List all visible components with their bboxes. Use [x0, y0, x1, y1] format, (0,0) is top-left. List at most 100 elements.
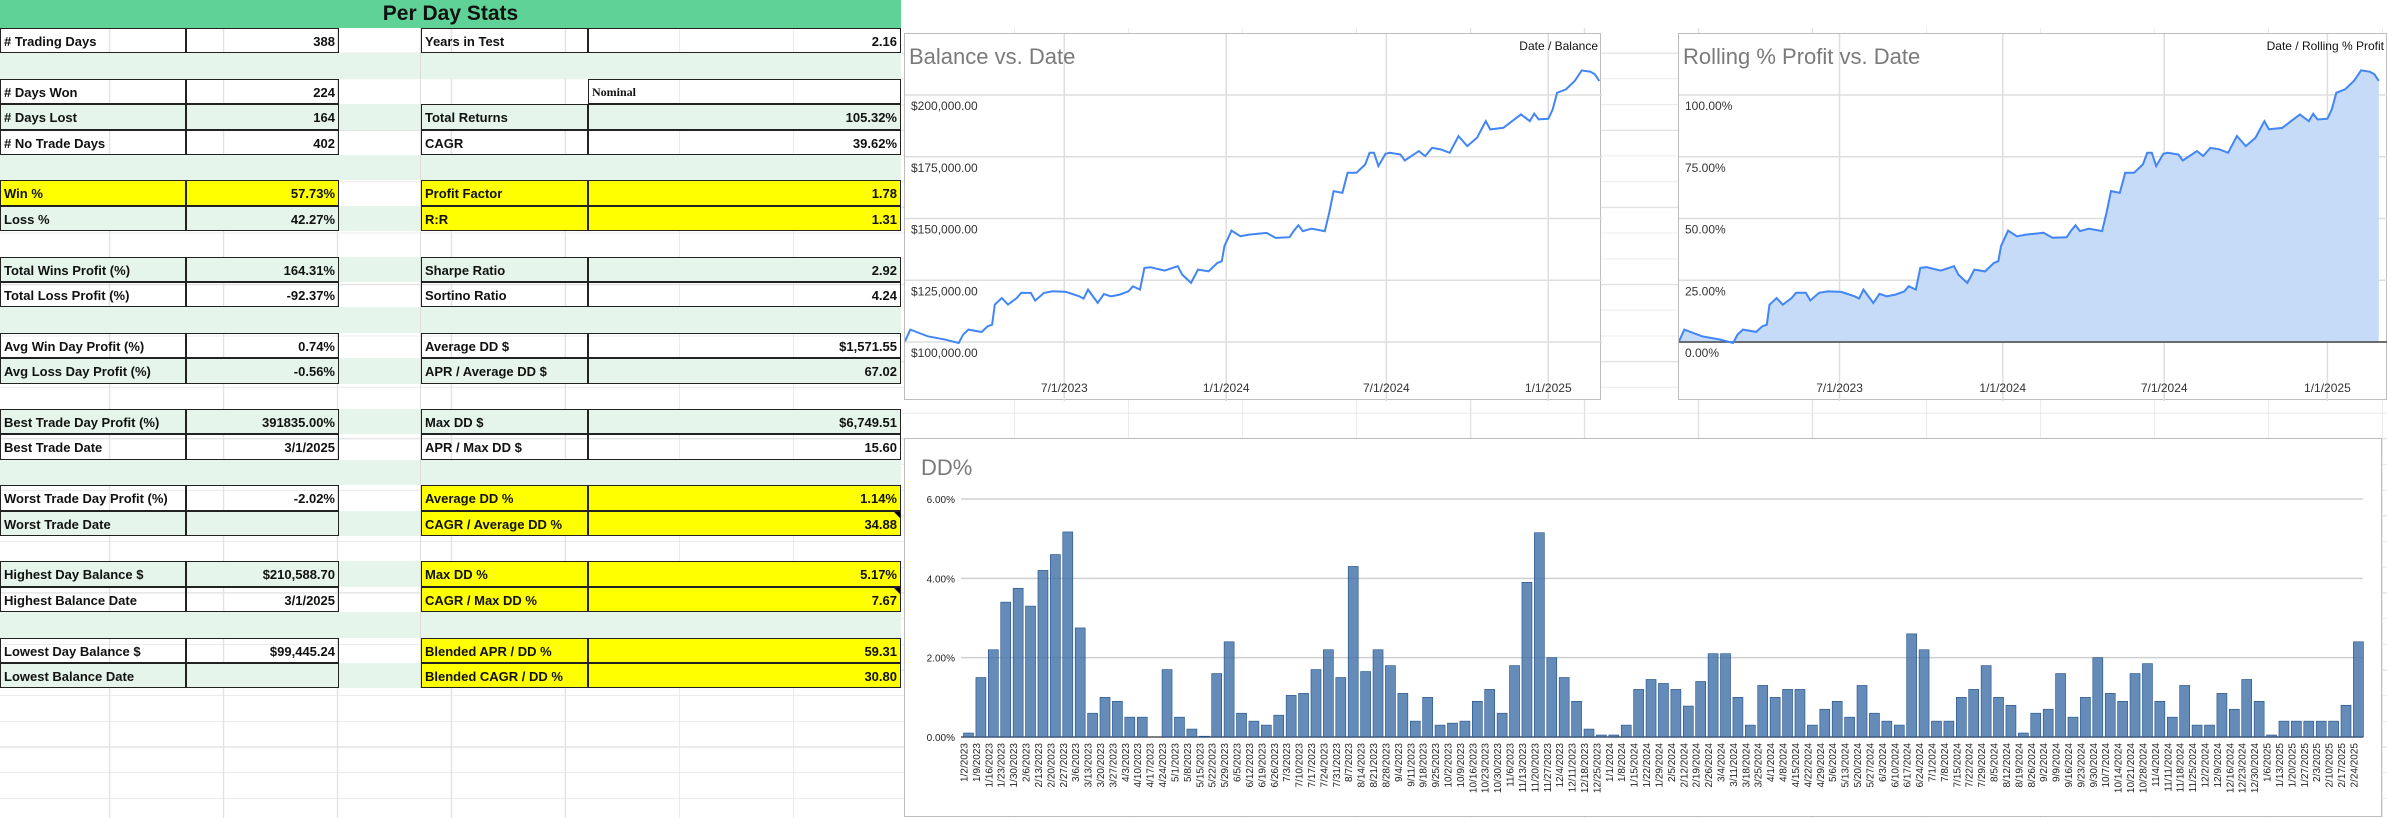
spacer-cell[interactable]	[339, 561, 421, 587]
rolling-profit-chart[interactable]: 0.00% 25.00% 50.00% 75.00% 100.00% 7/1/2023 1/…	[1678, 33, 2387, 401]
stat-value-cell[interactable]: 164	[186, 104, 339, 130]
spacer-cell[interactable]	[339, 510, 421, 536]
spacer-cell[interactable]	[339, 28, 421, 54]
stat-value-cell[interactable]	[186, 510, 339, 536]
spacer-cell[interactable]	[339, 129, 421, 155]
stat-label-cell[interactable]: CAGR / Average DD %	[421, 510, 588, 536]
spacer-cell[interactable]	[339, 332, 421, 359]
stat-value-cell[interactable]: $210,588.70	[186, 561, 339, 587]
spacer-cell[interactable]	[339, 383, 421, 409]
spacer-cell[interactable]	[339, 612, 421, 638]
stat-value-cell[interactable]: 30.80	[588, 663, 901, 689]
spacer-cell[interactable]	[339, 205, 421, 232]
stat-value-cell[interactable]: 2.92	[588, 256, 901, 282]
stat-label-cell[interactable]: Best Trade Date	[0, 434, 186, 460]
empty-cell[interactable]	[421, 79, 588, 104]
stat-value-cell[interactable]: 224	[186, 78, 339, 105]
stat-label-cell[interactable]: Average DD %	[421, 485, 588, 511]
stat-label-cell[interactable]: Loss %	[0, 205, 186, 232]
stat-value-cell[interactable]: 15.60	[588, 434, 901, 460]
stat-label-cell[interactable]: Total Wins Profit (%)	[0, 256, 186, 282]
comment-indicator-icon[interactable]	[894, 587, 900, 594]
comment-indicator-icon[interactable]	[894, 511, 900, 518]
stat-value-cell[interactable]: Nominal	[588, 78, 901, 105]
stat-label-cell[interactable]: Average DD $	[421, 332, 588, 359]
spacer-cell[interactable]	[339, 282, 421, 308]
stat-label-cell[interactable]: # Days Lost	[0, 104, 186, 130]
stat-label-cell[interactable]: Avg Win Day Profit (%)	[0, 332, 186, 359]
stat-label-cell[interactable]: Max DD %	[421, 561, 588, 587]
stat-value-cell[interactable]: 1.31	[588, 205, 901, 232]
stat-value-cell[interactable]: 59.31	[588, 637, 901, 663]
balance-chart[interactable]: $100,000.00 $125,000.00 $150,000.00 $175,00…	[904, 33, 1602, 401]
stat-label-cell[interactable]: APR / Max DD $	[421, 434, 588, 460]
stat-value-cell[interactable]: $6,749.51	[588, 409, 901, 435]
spacer-cell[interactable]	[339, 231, 421, 257]
stat-value-cell[interactable]: $1,571.55	[588, 332, 901, 359]
stat-value-cell[interactable]: 0.74%	[186, 332, 339, 359]
stat-label-cell[interactable]: # Days Won	[0, 78, 186, 105]
stat-value-cell[interactable]: 3/1/2025	[186, 586, 339, 613]
stat-label-cell[interactable]: Max DD $	[421, 409, 588, 435]
stat-label-cell[interactable]: Best Trade Day Profit (%)	[0, 409, 186, 435]
stat-value-cell[interactable]: -2.02%	[186, 485, 339, 511]
spacer-cell[interactable]	[339, 358, 421, 384]
stat-value-cell[interactable]: 164.31%	[186, 256, 339, 282]
spacer-cell[interactable]	[339, 104, 421, 130]
stat-value-cell[interactable]	[186, 663, 339, 689]
stat-value-cell[interactable]: $99,445.24	[186, 637, 339, 663]
spacer-cell[interactable]	[339, 536, 421, 562]
stat-value-cell[interactable]: 2.16	[588, 28, 901, 54]
stat-label-cell[interactable]: # Trading Days	[0, 28, 186, 54]
stat-label-cell[interactable]: Total Returns	[421, 104, 588, 130]
stat-value-cell[interactable]: 4.24	[588, 282, 901, 308]
stat-value-cell[interactable]: 34.88	[588, 510, 901, 536]
spacer-cell[interactable]	[339, 637, 421, 663]
spacer-cell[interactable]	[339, 434, 421, 460]
stat-label-cell[interactable]: Total Loss Profit (%)	[0, 282, 186, 308]
stat-value-cell[interactable]: 391835.00%	[186, 409, 339, 435]
stat-value-cell[interactable]: 5.17%	[588, 561, 901, 587]
spacer-cell[interactable]	[339, 180, 421, 206]
spacer-cell[interactable]	[339, 155, 421, 181]
stat-value-cell[interactable]: 388	[186, 28, 339, 54]
stat-label-cell[interactable]: Highest Day Balance $	[0, 561, 186, 587]
stat-label-cell[interactable]: Lowest Balance Date	[0, 663, 186, 689]
spacer-cell[interactable]	[339, 409, 421, 435]
stat-label-cell[interactable]: CAGR / Max DD %	[421, 586, 588, 613]
stat-label-cell[interactable]: Profit Factor	[421, 180, 588, 206]
stat-value-cell[interactable]: -0.56%	[186, 358, 339, 384]
spacer-cell[interactable]	[339, 459, 421, 486]
stat-label-cell[interactable]: Worst Trade Day Profit (%)	[0, 485, 186, 511]
stat-value-cell[interactable]: 42.27%	[186, 205, 339, 232]
stat-label-cell[interactable]: APR / Average DD $	[421, 358, 588, 384]
stat-value-cell[interactable]: 39.62%	[588, 129, 901, 155]
stat-value-cell[interactable]: 105.32%	[588, 104, 901, 130]
stat-label-cell[interactable]: CAGR	[421, 129, 588, 155]
stat-label-cell[interactable]: Worst Trade Date	[0, 510, 186, 536]
spacer-cell[interactable]	[339, 307, 421, 333]
stat-value-cell[interactable]: 1.14%	[588, 485, 901, 511]
spacer-cell[interactable]	[339, 256, 421, 282]
stat-label-cell[interactable]: R:R	[421, 205, 588, 232]
stat-label-cell[interactable]: Blended CAGR / DD %	[421, 663, 588, 689]
stat-value-cell[interactable]: 3/1/2025	[186, 434, 339, 460]
stat-label-cell[interactable]: Lowest Day Balance $	[0, 637, 186, 663]
spacer-cell[interactable]	[339, 53, 421, 79]
stat-label-cell[interactable]: # No Trade Days	[0, 129, 186, 155]
spacer-cell[interactable]	[339, 586, 421, 613]
spacer-cell[interactable]	[339, 78, 421, 105]
stat-label-cell[interactable]: Sortino Ratio	[421, 282, 588, 308]
spacer-cell[interactable]	[339, 485, 421, 511]
stat-label-cell[interactable]: Sharpe Ratio	[421, 256, 588, 282]
stat-label-cell[interactable]: Win %	[0, 180, 186, 206]
stat-value-cell[interactable]: 1.78	[588, 180, 901, 206]
dd-chart[interactable]: 0.00% 2.00% 4.00% 6.00% 1/2/2023 1/9/2023 1/16…	[904, 438, 2382, 817]
stat-label-cell[interactable]: Avg Loss Day Profit (%)	[0, 358, 186, 384]
stat-value-cell[interactable]: 402	[186, 129, 339, 155]
stat-value-cell[interactable]: 67.02	[588, 358, 901, 384]
stat-value-cell[interactable]: 57.73%	[186, 180, 339, 206]
stat-value-cell[interactable]: 7.67	[588, 586, 901, 613]
stat-label-cell[interactable]: Highest Balance Date	[0, 586, 186, 613]
stat-label-cell[interactable]: Blended APR / DD %	[421, 637, 588, 663]
